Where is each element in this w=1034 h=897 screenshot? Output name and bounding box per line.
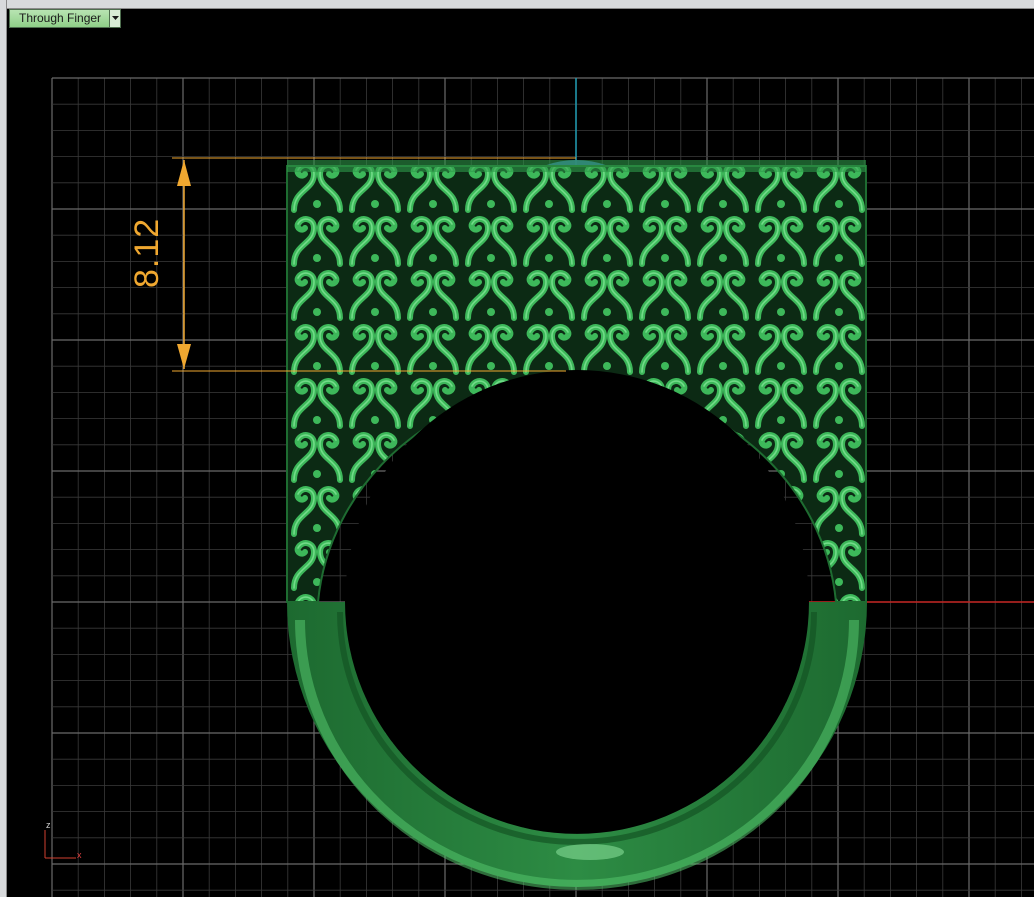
axis-z-label: z bbox=[46, 820, 51, 830]
dimension-arrow-bottom bbox=[177, 344, 191, 369]
window-top-border bbox=[0, 0, 1034, 9]
axis-widget bbox=[44, 830, 76, 859]
dimension-value: 8.12 bbox=[128, 217, 166, 288]
viewport-frame[interactable]: Through Finger 8.12 z x bbox=[0, 0, 1034, 897]
viewport-title-tab[interactable]: Through Finger bbox=[9, 9, 122, 28]
finger-hole bbox=[345, 370, 809, 834]
chevron-down-icon[interactable] bbox=[109, 10, 121, 27]
dimension-arrow-top bbox=[177, 160, 191, 186]
viewport-title-label[interactable]: Through Finger bbox=[10, 10, 110, 27]
axis-x-label: x bbox=[77, 850, 82, 860]
viewport-canvas[interactable] bbox=[0, 0, 1034, 897]
window-left-border bbox=[0, 0, 7, 897]
